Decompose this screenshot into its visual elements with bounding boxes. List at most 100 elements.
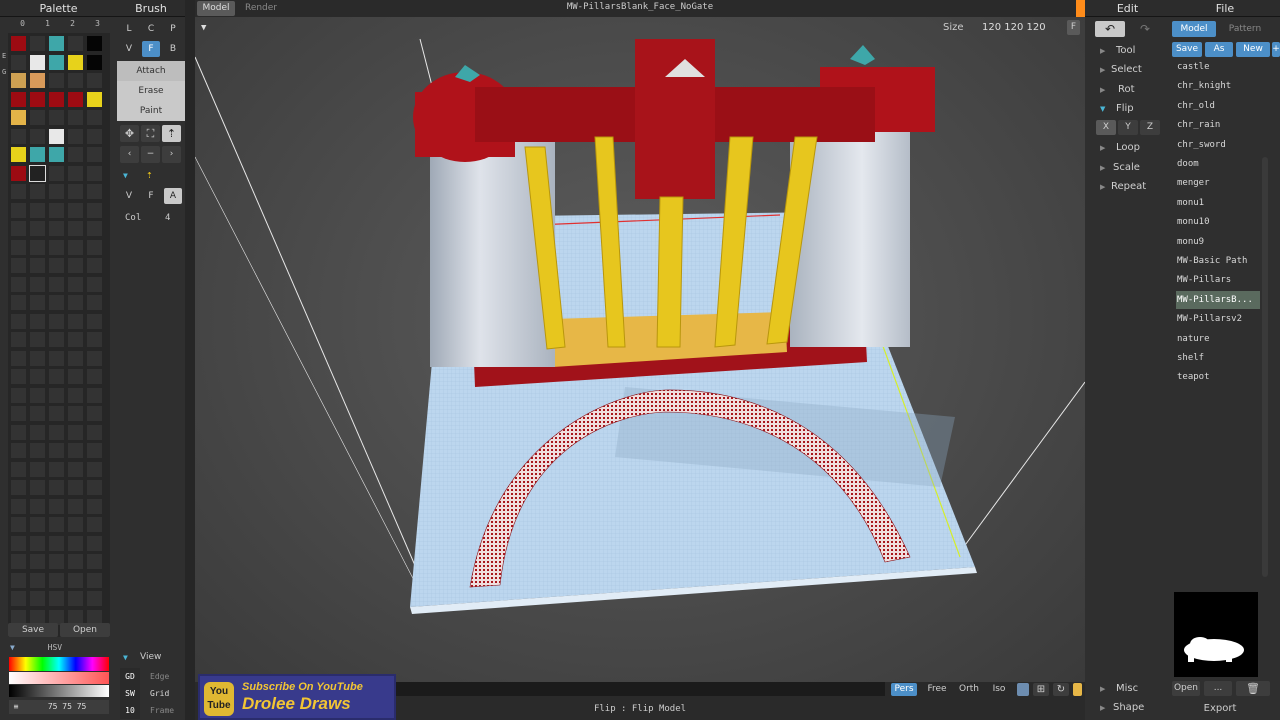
- reset-view-icon[interactable]: ↻: [1053, 683, 1069, 696]
- palette-swatch[interactable]: [10, 349, 27, 367]
- attach-mode[interactable]: Attach: [117, 61, 185, 81]
- palette-swatch[interactable]: [48, 423, 65, 441]
- value-slider[interactable]: [9, 685, 109, 697]
- palette-swatch[interactable]: [86, 109, 103, 126]
- palette-swatch[interactable]: [67, 257, 84, 274]
- view-orth-button[interactable]: Orth: [955, 683, 983, 696]
- palette-swatch[interactable]: [29, 386, 46, 404]
- palette-swatch[interactable]: [67, 109, 84, 126]
- brush-f2-button[interactable]: F: [142, 188, 160, 204]
- file-open-button[interactable]: Open: [1172, 681, 1200, 696]
- palette-swatch[interactable]: [29, 53, 46, 71]
- file-list-scrollbar[interactable]: [1262, 157, 1268, 577]
- palette-open-button[interactable]: Open: [60, 623, 110, 637]
- palette-swatch[interactable]: [10, 35, 27, 52]
- flip-z-button[interactable]: Z: [1140, 120, 1160, 135]
- palette-swatch[interactable]: [67, 571, 84, 589]
- yellow-column[interactable]: [656, 196, 684, 348]
- palette-swatch[interactable]: [86, 146, 103, 163]
- palette-swatch[interactable]: [48, 479, 65, 496]
- yellow-swatch-icon[interactable]: [1073, 683, 1082, 696]
- anchor-up-icon[interactable]: ⇡: [162, 125, 181, 142]
- palette-swatch[interactable]: [48, 164, 65, 182]
- redo-icon[interactable]: ↷: [1130, 21, 1160, 37]
- erase-mode[interactable]: Erase: [117, 81, 185, 101]
- palette-swatch[interactable]: [67, 368, 84, 385]
- palette-swatch[interactable]: [10, 553, 27, 570]
- palette-swatch[interactable]: [67, 460, 84, 478]
- palette-swatch[interactable]: [67, 516, 84, 533]
- palette-swatch[interactable]: [29, 127, 46, 145]
- palette-swatch[interactable]: [48, 516, 65, 533]
- model-list-item[interactable]: doom: [1176, 155, 1260, 173]
- palette-swatch[interactable]: [67, 127, 84, 145]
- palette-col-1[interactable]: 1: [45, 19, 50, 31]
- tree-shape[interactable]: ▶ Shape: [1100, 702, 1144, 713]
- palette-swatch[interactable]: [48, 72, 65, 89]
- palette-grid[interactable]: [8, 33, 110, 637]
- palette-swatch[interactable]: [10, 331, 27, 348]
- tree-loop[interactable]: ▶ Loop: [1100, 142, 1140, 153]
- file-add-button[interactable]: +: [1272, 42, 1280, 57]
- brush-p-button[interactable]: P: [164, 21, 182, 37]
- palette-swatch[interactable]: [86, 553, 103, 570]
- palette-swatch[interactable]: [48, 183, 65, 200]
- model-list-item[interactable]: monu9: [1176, 233, 1260, 251]
- menu-icon[interactable]: ≡: [9, 700, 23, 714]
- tree-loop-label[interactable]: Loop: [1116, 142, 1140, 153]
- brush-b-button[interactable]: B: [164, 41, 182, 57]
- tree-misc-label[interactable]: Misc: [1116, 683, 1138, 694]
- palette-swatch[interactable]: [67, 146, 84, 163]
- center-tower[interactable]: [635, 39, 715, 199]
- palette-swatch[interactable]: [48, 312, 65, 330]
- palette-swatch[interactable]: [10, 164, 27, 182]
- view-sw-button[interactable]: SW: [120, 685, 140, 702]
- grid-view-icon[interactable]: ⊞: [1033, 683, 1049, 696]
- palette-swatch[interactable]: [86, 127, 103, 145]
- tree-scale[interactable]: ▶ Scale: [1100, 162, 1140, 173]
- palette-swatch[interactable]: [86, 238, 103, 256]
- palette-swatch[interactable]: [10, 146, 27, 163]
- tree-tool[interactable]: ▶ Tool: [1100, 45, 1135, 56]
- palette-swatch[interactable]: [29, 238, 46, 256]
- palette-swatch[interactable]: [29, 109, 46, 126]
- model-list-item[interactable]: MW-PillarsB...: [1176, 290, 1260, 309]
- palette-swatch[interactable]: [48, 53, 65, 71]
- palette-swatch[interactable]: [10, 201, 27, 219]
- brush-v-button[interactable]: V: [120, 41, 138, 57]
- palette-swatch[interactable]: [67, 201, 84, 219]
- palette-swatch[interactable]: [67, 164, 84, 182]
- palette-swatch[interactable]: [48, 109, 65, 126]
- fit-size-button[interactable]: F: [1067, 20, 1080, 35]
- tree-select[interactable]: ▶ Select: [1100, 64, 1142, 75]
- palette-swatch[interactable]: [29, 479, 46, 496]
- palette-swatch[interactable]: [10, 294, 27, 311]
- file-tab-model[interactable]: Model: [1172, 21, 1216, 37]
- view-free-button[interactable]: Free: [923, 683, 951, 696]
- tree-misc[interactable]: ▶ Misc: [1100, 683, 1138, 694]
- palette-swatch[interactable]: [10, 312, 27, 330]
- palette-swatch[interactable]: [10, 516, 27, 533]
- saturation-slider[interactable]: [9, 672, 109, 684]
- palette-swatch[interactable]: [10, 405, 27, 422]
- palette-swatch[interactable]: [67, 72, 84, 89]
- palette-col-3[interactable]: 3: [95, 19, 100, 31]
- palette-swatch[interactable]: [29, 590, 46, 607]
- brush-c-button[interactable]: C: [142, 21, 160, 37]
- palette-swatch[interactable]: [67, 405, 84, 422]
- palette-swatch[interactable]: [29, 183, 46, 200]
- viewport-canvas[interactable]: [195, 17, 1085, 682]
- palette-swatch[interactable]: [29, 349, 46, 367]
- tree-repeat-label[interactable]: Repeat: [1111, 181, 1146, 192]
- palette-swatch[interactable]: [29, 442, 46, 459]
- palette-swatch[interactable]: [86, 571, 103, 589]
- palette-swatch[interactable]: [86, 516, 103, 533]
- cube-view-icon[interactable]: [1017, 683, 1029, 696]
- view-gd-button[interactable]: GD: [120, 668, 140, 685]
- minus-icon[interactable]: −: [141, 146, 160, 163]
- palette-swatch[interactable]: [67, 331, 84, 348]
- palette-col-2[interactable]: 2: [70, 19, 75, 31]
- model-list-item[interactable]: chr_sword: [1176, 136, 1260, 154]
- palette-swatch[interactable]: [29, 553, 46, 570]
- palette-swatch[interactable]: [10, 72, 27, 89]
